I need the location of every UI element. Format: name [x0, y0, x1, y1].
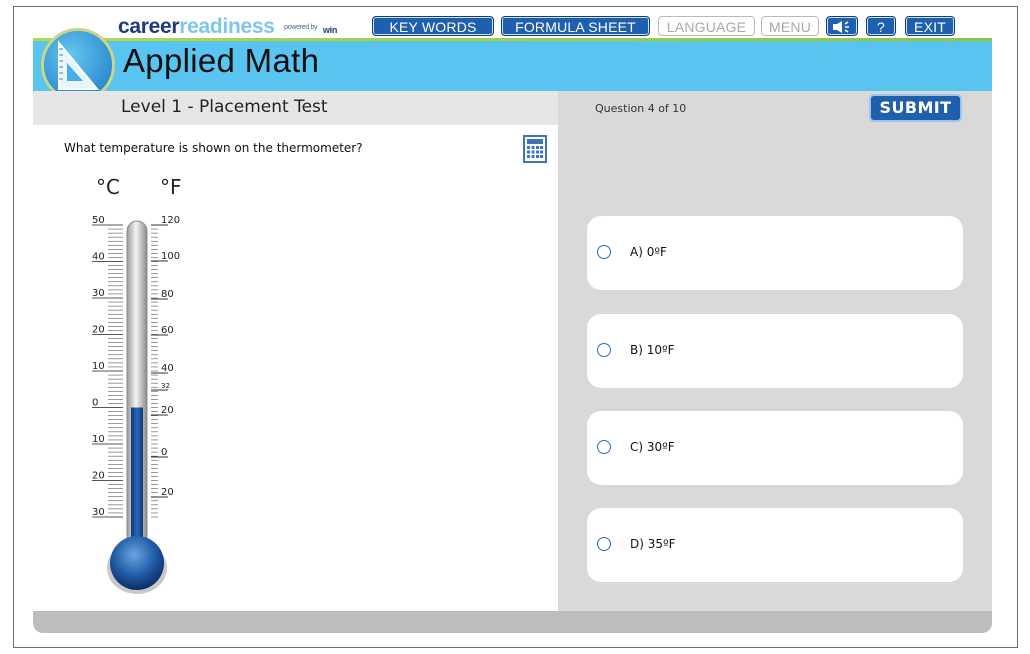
brand-logo: careerreadiness powered by win — [118, 15, 337, 39]
answer-option-c[interactable]: C) 30ºF — [587, 411, 963, 485]
top-toolbar: careerreadiness powered by win KEY WORDS… — [33, 14, 992, 38]
page-title: Applied Math — [123, 42, 320, 79]
brand-win: win — [322, 25, 338, 35]
brand-text-readiness: readiness — [179, 15, 275, 38]
fahrenheit-label: 60 — [161, 325, 174, 336]
menu-button[interactable]: MENU — [761, 16, 819, 36]
celsius-label: 30 — [92, 507, 105, 518]
radio-a[interactable] — [597, 245, 611, 259]
question-text: What temperature is shown on the thermom… — [64, 141, 363, 155]
question-counter: Question 4 of 10 — [595, 102, 687, 115]
ruler-triangle-icon — [58, 40, 100, 90]
question-pane: What temperature is shown on the thermom… — [33, 125, 558, 611]
thermometer-graphic: °C °F 50403020100102030 1201008060403220… — [92, 175, 182, 594]
celsius-label: 10 — [92, 361, 105, 372]
celsius-label: 0 — [92, 398, 98, 409]
level-title: Level 1 - Placement Test — [121, 97, 328, 117]
sub-header-bar: Level 1 - Placement Test Question 4 of 1… — [33, 91, 992, 125]
fahrenheit-label: 32 — [161, 382, 170, 390]
brand-powered-by: powered by — [284, 23, 318, 31]
calculator-icon — [523, 135, 547, 163]
fahrenheit-label: 100 — [161, 251, 180, 262]
celsius-label: 20 — [92, 471, 105, 482]
formula-sheet-button[interactable]: FORMULA SHEET — [501, 16, 650, 36]
celsius-label: 10 — [92, 434, 105, 445]
fahrenheit-label: 40 — [161, 363, 174, 374]
thermometer-bulb — [110, 536, 164, 590]
answer-label-b: B) 10ºF — [630, 343, 675, 357]
radio-d[interactable] — [597, 537, 611, 551]
answer-option-a[interactable]: A) 0ºF — [587, 216, 963, 290]
fahrenheit-label: 20 — [161, 487, 174, 498]
speaker-icon — [833, 21, 849, 33]
fahrenheit-label: 0 — [161, 447, 167, 458]
brand-text-career: career — [118, 15, 180, 38]
radio-c[interactable] — [597, 440, 611, 454]
bottom-bar — [33, 611, 992, 633]
submit-button[interactable]: SUBMIT — [869, 94, 962, 122]
help-button[interactable]: ? — [866, 16, 896, 36]
fahrenheit-unit-label: °F — [160, 175, 182, 199]
answer-label-c: C) 30ºF — [630, 440, 675, 454]
celsius-scale-labels: 50 40 30 20 10 0 10 20 30 — [92, 215, 105, 518]
key-words-button[interactable]: KEY WORDS — [372, 16, 494, 36]
answer-label-d: D) 35ºF — [630, 537, 676, 551]
celsius-unit-label: °C — [96, 175, 120, 199]
celsius-label: 20 — [92, 325, 105, 336]
fahrenheit-label: 20 — [161, 405, 174, 416]
language-button[interactable]: LANGUAGE — [658, 16, 755, 36]
answer-pane: A) 0ºF B) 10ºF C) 30ºF D) 35ºF — [558, 125, 992, 611]
answer-label-a: A) 0ºF — [630, 245, 667, 259]
exit-button[interactable]: EXIT — [905, 16, 955, 36]
celsius-label: 30 — [92, 288, 105, 299]
answer-option-b[interactable]: B) 10ºF — [587, 314, 963, 388]
app-window: careerreadiness powered by win KEY WORDS… — [33, 14, 992, 633]
calculator-button[interactable] — [523, 135, 547, 167]
celsius-label: 50 — [92, 215, 105, 226]
celsius-label: 40 — [92, 252, 105, 263]
thermometer-mercury — [131, 407, 143, 557]
radio-b[interactable] — [597, 343, 611, 357]
answer-option-d[interactable]: D) 35ºF — [587, 508, 963, 582]
fahrenheit-label: 120 — [161, 215, 180, 226]
fahrenheit-label: 80 — [161, 289, 174, 300]
audio-button[interactable] — [826, 16, 858, 36]
